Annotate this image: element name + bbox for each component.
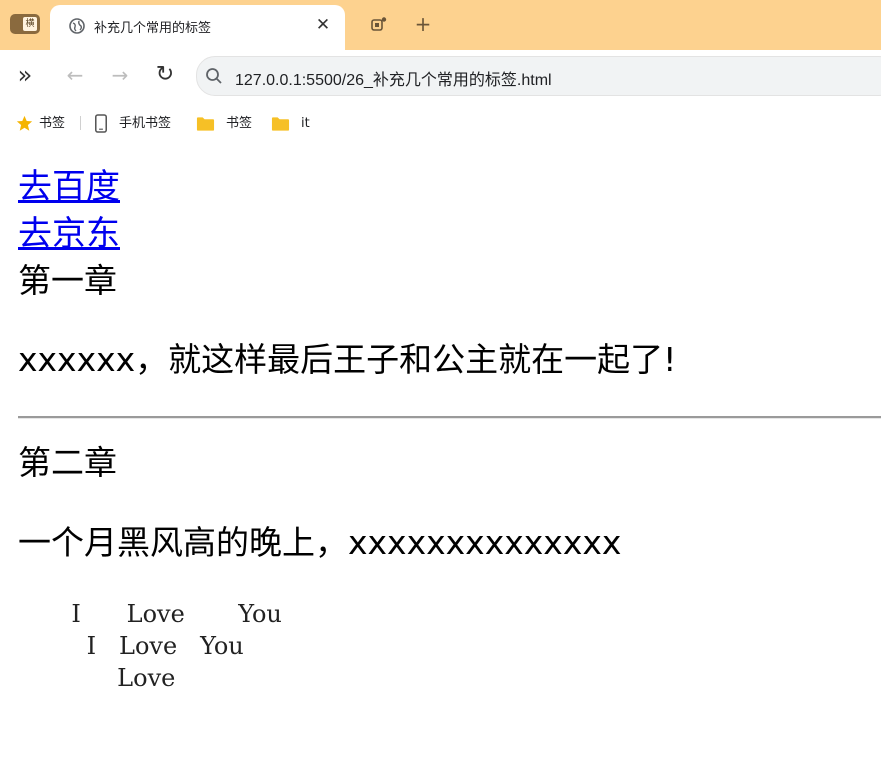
- bookmark-label: 书签: [226, 116, 253, 131]
- tab-groups-icon[interactable]: [370, 16, 388, 34]
- chapter1-paragraph: xxxxxx，就这样最后王子和公主就在一起了!: [18, 340, 677, 379]
- tab-active[interactable]: 补充几个常用的标签 ✕: [50, 5, 345, 50]
- bookmark-label: it: [301, 116, 310, 131]
- sidebar-toggle-button[interactable]: 横: [10, 14, 40, 34]
- folder-icon: [271, 116, 290, 131]
- globe-icon: [69, 18, 85, 34]
- chapter2-title: 第二章: [18, 443, 117, 482]
- bookmark-item[interactable]: 书签: [16, 114, 65, 134]
- forward-button[interactable]: →: [107, 62, 133, 88]
- link-baidu[interactable]: 去百度: [18, 167, 120, 207]
- folder-icon: [196, 116, 215, 131]
- bookmarks-bar: 书签 手机书签 书签 it: [0, 100, 881, 146]
- bookmark-item[interactable]: 手机书签: [94, 114, 171, 134]
- bookmark-item[interactable]: 书签: [196, 114, 252, 134]
- search-icon: [206, 68, 222, 84]
- link-jd[interactable]: 去京东: [18, 214, 120, 254]
- url-text[interactable]: 127.0.0.1:5500/26_补充几个常用的标签.html: [235, 66, 552, 90]
- sidebar-badge: 横: [23, 17, 37, 31]
- toolbar: » ← → ↻ 127.0.0.1:5500/26_补充几个常用的标签.html: [0, 50, 881, 100]
- bookmark-label: 书签: [39, 116, 66, 131]
- tab-close-icon[interactable]: ✕: [313, 15, 333, 35]
- phone-icon: [95, 114, 107, 133]
- preformatted-text: I Love You I Love You Love: [71, 600, 282, 692]
- tab-title: 补充几个常用的标签: [94, 21, 212, 36]
- bookmark-separator: [80, 116, 81, 130]
- horizontal-rule: [18, 416, 881, 419]
- chevron-double-icon[interactable]: »: [12, 62, 38, 88]
- chapter2-paragraph: 一个月黑风高的晚上，xxxxxxxxxxxxxx: [18, 523, 622, 562]
- star-icon: [16, 115, 33, 131]
- reload-button[interactable]: ↻: [152, 62, 178, 88]
- bookmark-item[interactable]: it: [271, 114, 310, 134]
- address-bar[interactable]: 127.0.0.1:5500/26_补充几个常用的标签.html: [196, 56, 881, 96]
- tab-strip: 横 补充几个常用的标签 ✕ +: [0, 0, 881, 50]
- new-tab-button[interactable]: +: [413, 14, 433, 34]
- back-button[interactable]: ←: [62, 62, 88, 88]
- chapter1-title: 第一章: [18, 261, 117, 300]
- bookmark-label: 手机书签: [119, 116, 172, 131]
